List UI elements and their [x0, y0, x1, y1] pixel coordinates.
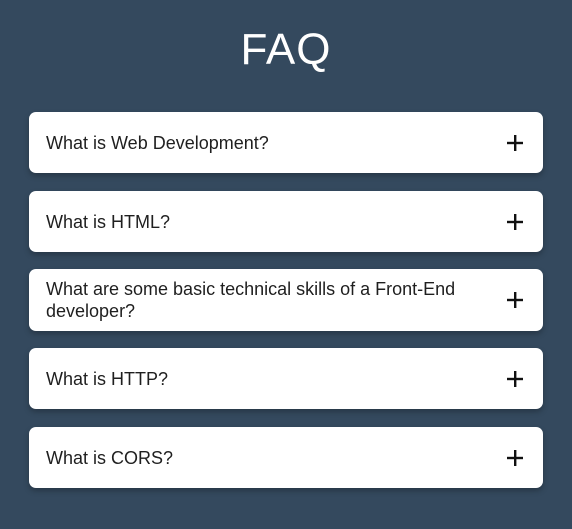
- plus-icon[interactable]: [505, 212, 525, 232]
- faq-item-web-development[interactable]: What is Web Development?: [29, 112, 543, 173]
- plus-icon[interactable]: [505, 133, 525, 153]
- faq-question: What is HTTP?: [46, 368, 169, 389]
- faq-page: FAQ What is Web Development? What is HTM…: [0, 0, 572, 529]
- page-title: FAQ: [240, 25, 332, 74]
- faq-question: What is Web Development?: [46, 132, 269, 153]
- plus-icon[interactable]: [505, 369, 525, 389]
- faq-item-html[interactable]: What is HTML?: [29, 191, 543, 252]
- faq-item-http[interactable]: What is HTTP?: [29, 348, 543, 409]
- plus-icon[interactable]: [505, 290, 525, 310]
- plus-icon[interactable]: [505, 448, 525, 468]
- faq-question: What is HTML?: [46, 211, 171, 232]
- faq-question: What are some basic technical skills of …: [46, 279, 456, 321]
- faq-item-cors[interactable]: What is CORS?: [29, 427, 543, 488]
- faq-item-front-end-skills[interactable]: What are some basic technical skills of …: [29, 269, 543, 331]
- faq-question: What is CORS?: [46, 447, 174, 468]
